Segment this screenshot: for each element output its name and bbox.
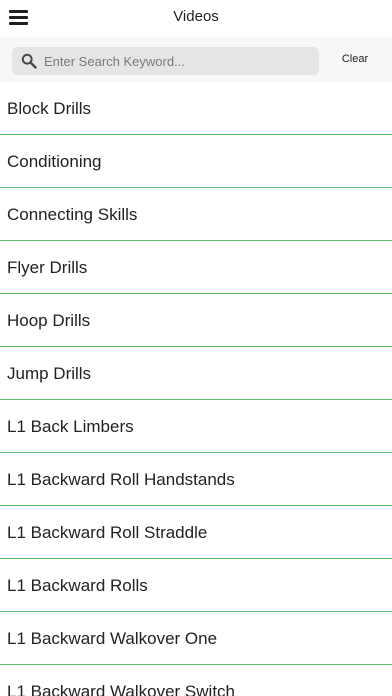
list-item-label: L1 Backward Roll Straddle (7, 523, 208, 542)
list-item[interactable]: Connecting Skills (0, 188, 392, 241)
list-item-label: L1 Backward Roll Handstands (7, 470, 235, 489)
app-header: Videos (0, 0, 392, 37)
video-category-list: Block Drills Conditioning Connecting Ski… (0, 82, 392, 696)
list-item[interactable]: L1 Backward Walkover One (0, 612, 392, 665)
search-icon (21, 53, 37, 69)
list-item[interactable]: Jump Drills (0, 347, 392, 400)
list-item-label: Conditioning (7, 152, 102, 171)
list-item-label: L1 Backward Rolls (7, 576, 148, 595)
list-item[interactable]: L1 Backward Roll Handstands (0, 453, 392, 506)
list-item-label: L1 Backward Walkover One (7, 629, 218, 648)
list-item-label: Hoop Drills (7, 311, 91, 330)
search-bar: Clear (0, 37, 392, 82)
list-item[interactable]: L1 Backward Walkover Switch (0, 665, 392, 696)
list-item-label: Connecting Skills (7, 205, 138, 224)
search-box[interactable] (12, 47, 319, 75)
videos-screen: Videos Clear Block Drills Conditioning C… (0, 0, 392, 696)
list-item[interactable]: L1 Back Limbers (0, 400, 392, 453)
search-input[interactable] (44, 47, 312, 75)
list-item-label: Block Drills (7, 99, 92, 118)
list-item[interactable]: L1 Backward Rolls (0, 559, 392, 612)
list-item-label: L1 Back Limbers (7, 417, 134, 436)
list-item[interactable]: Hoop Drills (0, 294, 392, 347)
clear-button[interactable]: Clear (330, 53, 380, 65)
list-item[interactable]: Block Drills (0, 82, 392, 135)
list-item-label: Flyer Drills (7, 258, 88, 277)
list-item[interactable]: L1 Backward Roll Straddle (0, 506, 392, 559)
list-item[interactable]: Conditioning (0, 135, 392, 188)
page-title: Videos (173, 8, 219, 25)
list-item[interactable]: Flyer Drills (0, 241, 392, 294)
list-item-label: L1 Backward Walkover Switch (7, 682, 236, 696)
list-item-label: Jump Drills (7, 364, 92, 383)
